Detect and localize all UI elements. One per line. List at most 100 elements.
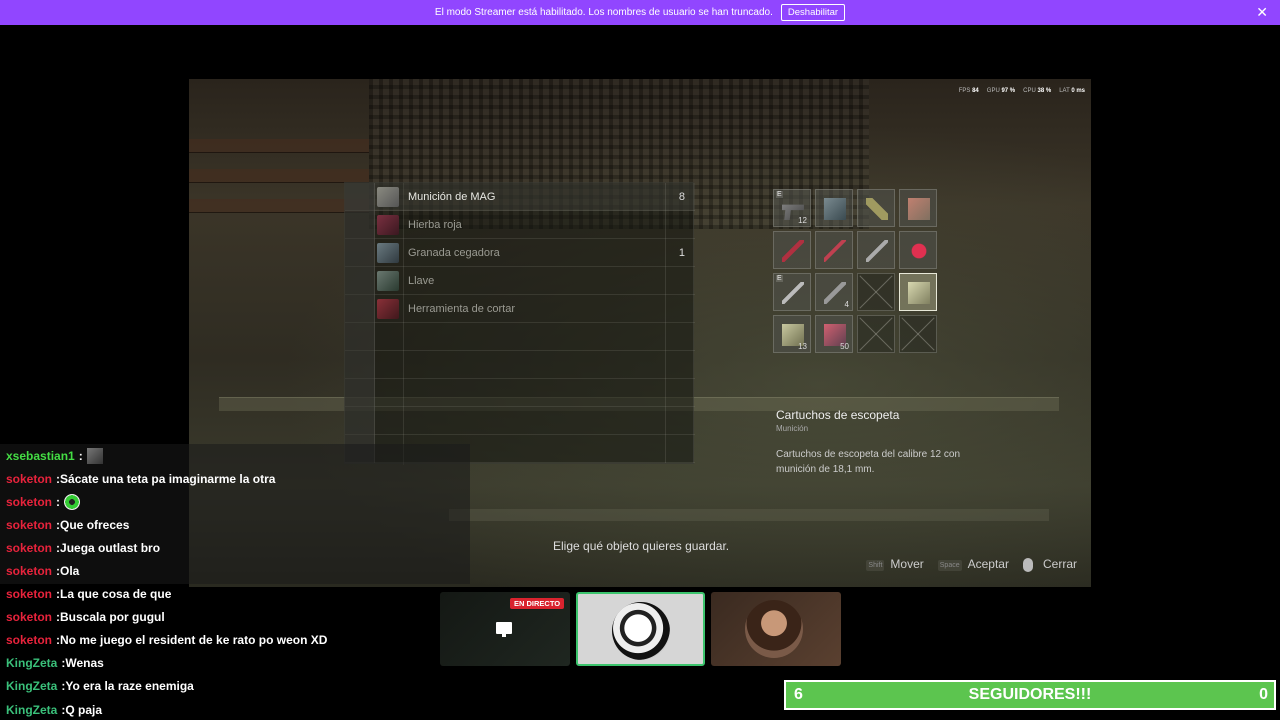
follower-goal-bar: 6 SEGUIDORES!!! 0 xyxy=(784,680,1276,710)
row-selector xyxy=(345,295,375,323)
combat-knife-icon xyxy=(782,282,804,304)
list-item[interactable]: Llave xyxy=(345,267,695,295)
inventory-slot-shotgun-shells[interactable] xyxy=(899,273,937,311)
list-item[interactable]: Granada cegadora 1 xyxy=(345,239,695,267)
inventory-slot-vest[interactable] xyxy=(815,189,853,227)
storage-prompt: Elige qué objeto quieres guardar. xyxy=(553,539,730,553)
item-qty: 8 xyxy=(678,190,685,203)
chat-message: KingZeta: Q paja xyxy=(6,702,103,717)
inventory-slot-knife[interactable] xyxy=(857,231,895,269)
inventory-grid: E 12 E 4 13 50 xyxy=(773,189,943,357)
follower-label: SEGUIDORES!!! xyxy=(968,686,1092,703)
list-item[interactable]: Herramienta de cortar xyxy=(345,295,695,323)
empty-row xyxy=(345,407,695,435)
shotgun-shells-icon xyxy=(908,282,930,304)
slot-count: 4 xyxy=(844,300,849,309)
item-name: Granada cegadora xyxy=(408,246,500,259)
item-name: Herramienta de cortar xyxy=(408,302,515,315)
emote-icon xyxy=(86,447,103,464)
row-selector xyxy=(345,267,375,295)
inventory-slot-flashlight[interactable] xyxy=(857,189,895,227)
chat-overlay: xsebastian1: soketon: Sácate una teta pa… xyxy=(6,444,476,720)
inventory-slot-combat-knife[interactable]: E xyxy=(773,273,811,311)
empty-row xyxy=(345,379,695,407)
item-name: Munición de MAG xyxy=(408,190,496,203)
screen-share-tile[interactable]: EN DIRECTO xyxy=(440,592,570,666)
key-icon xyxy=(377,271,399,291)
crank-icon xyxy=(782,240,804,262)
qty-divider xyxy=(665,211,666,239)
inventory-slot-gem[interactable] xyxy=(899,231,937,269)
inventory-slot-handgun[interactable]: E 12 xyxy=(773,189,811,227)
close-icon[interactable]: ✕ xyxy=(1256,4,1268,21)
avatar xyxy=(612,602,670,660)
list-item[interactable]: Hierba roja xyxy=(345,211,695,239)
banner-text: El modo Streamer está habilitado. Los no… xyxy=(434,7,773,18)
participant-tile[interactable] xyxy=(711,592,841,666)
chat-message: soketon: Buscala por gugul xyxy=(6,610,165,625)
inventory-slot-grenade[interactable]: 4 xyxy=(815,273,853,311)
chat-message: soketon: Juega outlast bro xyxy=(6,540,161,555)
tool-icon xyxy=(824,240,846,262)
inventory-slot-ammo[interactable]: 50 xyxy=(815,315,853,353)
chat-message: soketon: La que cosa de que xyxy=(6,587,172,602)
item-name: Hierba roja xyxy=(408,218,462,231)
inventory-slot-map[interactable] xyxy=(899,189,937,227)
accept-control[interactable]: Space Aceptar xyxy=(937,557,1009,571)
move-control[interactable]: Shift Mover xyxy=(866,557,924,571)
disable-button[interactable]: Deshabilitar xyxy=(780,4,846,21)
item-storage-list: Munición de MAG 8 Hierba roja Granada ce… xyxy=(344,182,695,465)
qty-divider xyxy=(665,267,666,295)
chat-message: KingZeta: Wenas xyxy=(6,656,104,671)
close-control[interactable]: Cerrar xyxy=(1022,557,1077,572)
inventory-slot-empty[interactable] xyxy=(857,315,895,353)
live-badge: EN DIRECTO xyxy=(510,598,565,609)
monitor-icon xyxy=(496,622,512,637)
performance-overlay: FPS 84 GPU 97 % CPU 38 % LAT 0 ms xyxy=(959,88,1085,94)
inventory-slot-shells[interactable]: 13 xyxy=(773,315,811,353)
slot-count: 50 xyxy=(840,342,849,351)
qty-divider xyxy=(665,295,666,323)
slot-count: 12 xyxy=(798,216,807,225)
knife-icon xyxy=(866,240,888,262)
inventory-slot-empty[interactable] xyxy=(857,273,895,311)
chat-message: soketon: Que ofreces xyxy=(6,517,130,532)
inventory-slot-crank[interactable] xyxy=(773,231,811,269)
background-plank xyxy=(189,169,369,183)
chat-message: soketon: No me juego el resident de ke r… xyxy=(6,633,328,648)
equipped-tag: E xyxy=(776,191,783,198)
qty-divider xyxy=(665,239,666,267)
map-icon xyxy=(908,198,930,220)
empty-row xyxy=(345,351,695,379)
chat-message: soketon: Sácate una teta pa imaginarme l… xyxy=(6,471,276,486)
vest-icon xyxy=(824,198,846,220)
row-selector xyxy=(345,239,375,267)
slot-count: 13 xyxy=(798,342,807,351)
cpu-stat: CPU 38 % xyxy=(1023,88,1052,94)
lat-stat: LAT 0 ms xyxy=(1059,88,1085,94)
item-category: Munición xyxy=(776,424,809,433)
participant-tile-active[interactable] xyxy=(576,592,705,666)
flashlight-icon xyxy=(866,198,888,220)
inventory-slot-empty[interactable] xyxy=(899,315,937,353)
inventory-slot-tool[interactable] xyxy=(815,231,853,269)
chat-message: soketon: Ola xyxy=(6,564,80,579)
mouse-icon xyxy=(1022,557,1033,572)
avatar xyxy=(745,600,803,658)
background-plank xyxy=(189,139,369,153)
list-item[interactable]: Munición de MAG 8 xyxy=(345,183,695,211)
gpu-stat: GPU 97 % xyxy=(986,88,1016,94)
grenade-icon xyxy=(824,282,846,304)
chat-message: xsebastian1: xyxy=(6,444,476,467)
cutting-tool-icon xyxy=(377,299,399,319)
streamer-mode-banner: El modo Streamer está habilitado. Los no… xyxy=(0,0,1280,25)
chat-message: KingZeta: Yo era la raze enemiga xyxy=(6,679,194,694)
item-title: Cartuchos de escopeta xyxy=(776,408,900,422)
row-selector xyxy=(345,211,375,239)
space-key-icon: Space xyxy=(937,559,962,571)
empty-row xyxy=(345,323,695,351)
gem-icon xyxy=(908,240,930,262)
follower-goal: 0 xyxy=(1259,686,1268,703)
row-selector xyxy=(345,183,375,211)
controls-legend: Shift Mover Space Aceptar Cerrar xyxy=(866,557,1077,572)
